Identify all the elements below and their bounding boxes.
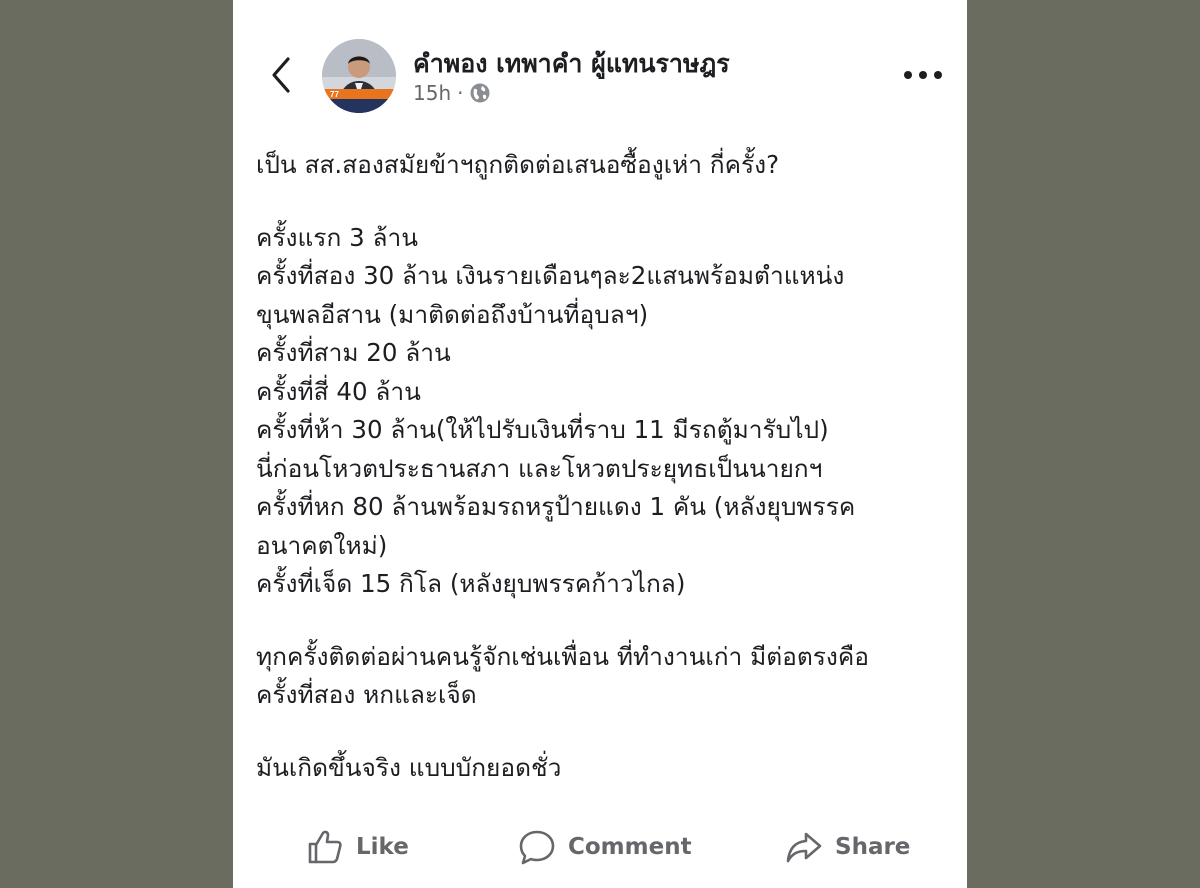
- comment-icon: [519, 830, 555, 865]
- comment-label: Comment: [568, 834, 692, 860]
- paragraph-break: [256, 185, 956, 219]
- post-text-line: ครั้งที่สี่ 40 ล้าน: [256, 376, 421, 406]
- meta-separator: ·: [457, 81, 464, 105]
- post-text: เป็น สส.สองสมัยข้าฯถูกติดต่อเสนอซื้องูเห…: [256, 146, 956, 787]
- back-button[interactable]: [261, 55, 301, 95]
- post-text-line: ครั้งที่เจ็ด 15 กิโล (หลังยุบพรรคก้าวไกล…: [256, 569, 686, 598]
- more-horizontal-icon: [904, 71, 942, 79]
- avatar[interactable]: 77: [322, 39, 396, 113]
- chevron-left-icon: [272, 57, 290, 93]
- post-text-line: ครั้งที่สาม 20 ล้าน: [256, 338, 451, 367]
- paragraph-break: [256, 604, 956, 638]
- post-text-line: ครั้งที่สอง 30 ล้าน เงินรายเดือนๆละ2แสนพ…: [256, 261, 845, 290]
- more-options-button[interactable]: [901, 60, 945, 90]
- globe-icon: [470, 83, 490, 103]
- share-icon: [786, 832, 822, 863]
- post-text-line: ครั้งแรก 3 ล้าน: [256, 222, 418, 252]
- like-label: Like: [356, 834, 409, 860]
- post-text-line: ครั้งที่สอง หกและเจ็ด: [256, 680, 477, 709]
- like-button[interactable]: Like: [306, 822, 409, 872]
- action-bar: Like Comment Share: [233, 822, 967, 872]
- comment-button[interactable]: Comment: [518, 822, 692, 872]
- share-button[interactable]: Share: [785, 822, 910, 872]
- post-text-line: ครั้งที่ห้า 30 ล้าน(ให้ไปรับเงินที่ราบ 1…: [256, 415, 829, 444]
- post-time[interactable]: 15h: [413, 81, 451, 105]
- svg-text:77: 77: [330, 90, 339, 99]
- post-text-line: มันเกิดขึ้นจริง แบบบักยอดชั่ว: [256, 752, 562, 782]
- post-card: 77 คำพอง เทพาคำ ผู้แทนราษฎร 15h · เป็น ส…: [233, 0, 967, 888]
- share-label: Share: [835, 834, 911, 860]
- profile-photo: 77: [322, 39, 396, 113]
- post-meta: 15h ·: [413, 80, 491, 106]
- post-text-line: เป็น สส.สองสมัยข้าฯถูกติดต่อเสนอซื้องูเห…: [256, 150, 780, 179]
- author-name[interactable]: คำพอง เทพาคำ ผู้แทนราษฎร: [413, 44, 730, 84]
- post-text-line: อนาคตใหม่): [256, 530, 388, 560]
- post-text-line: ทุกครั้งติดต่อผ่านคนรู้จักเช่นเพื่อน ที่…: [256, 641, 870, 671]
- post-text-line: ขุนพลอีสาน (มาติดต่อถึงบ้านที่อุบลฯ): [256, 299, 649, 329]
- paragraph-break: [256, 715, 956, 749]
- post-text-line: ครั้งที่หก 80 ล้านพร้อมรถหรูป้ายแดง 1 คั…: [256, 492, 856, 521]
- post-text-line: นี่ก่อนโหวตประธานสภา และโหวตประยุทธเป็นน…: [256, 453, 823, 483]
- thumbs-up-icon: [308, 830, 342, 864]
